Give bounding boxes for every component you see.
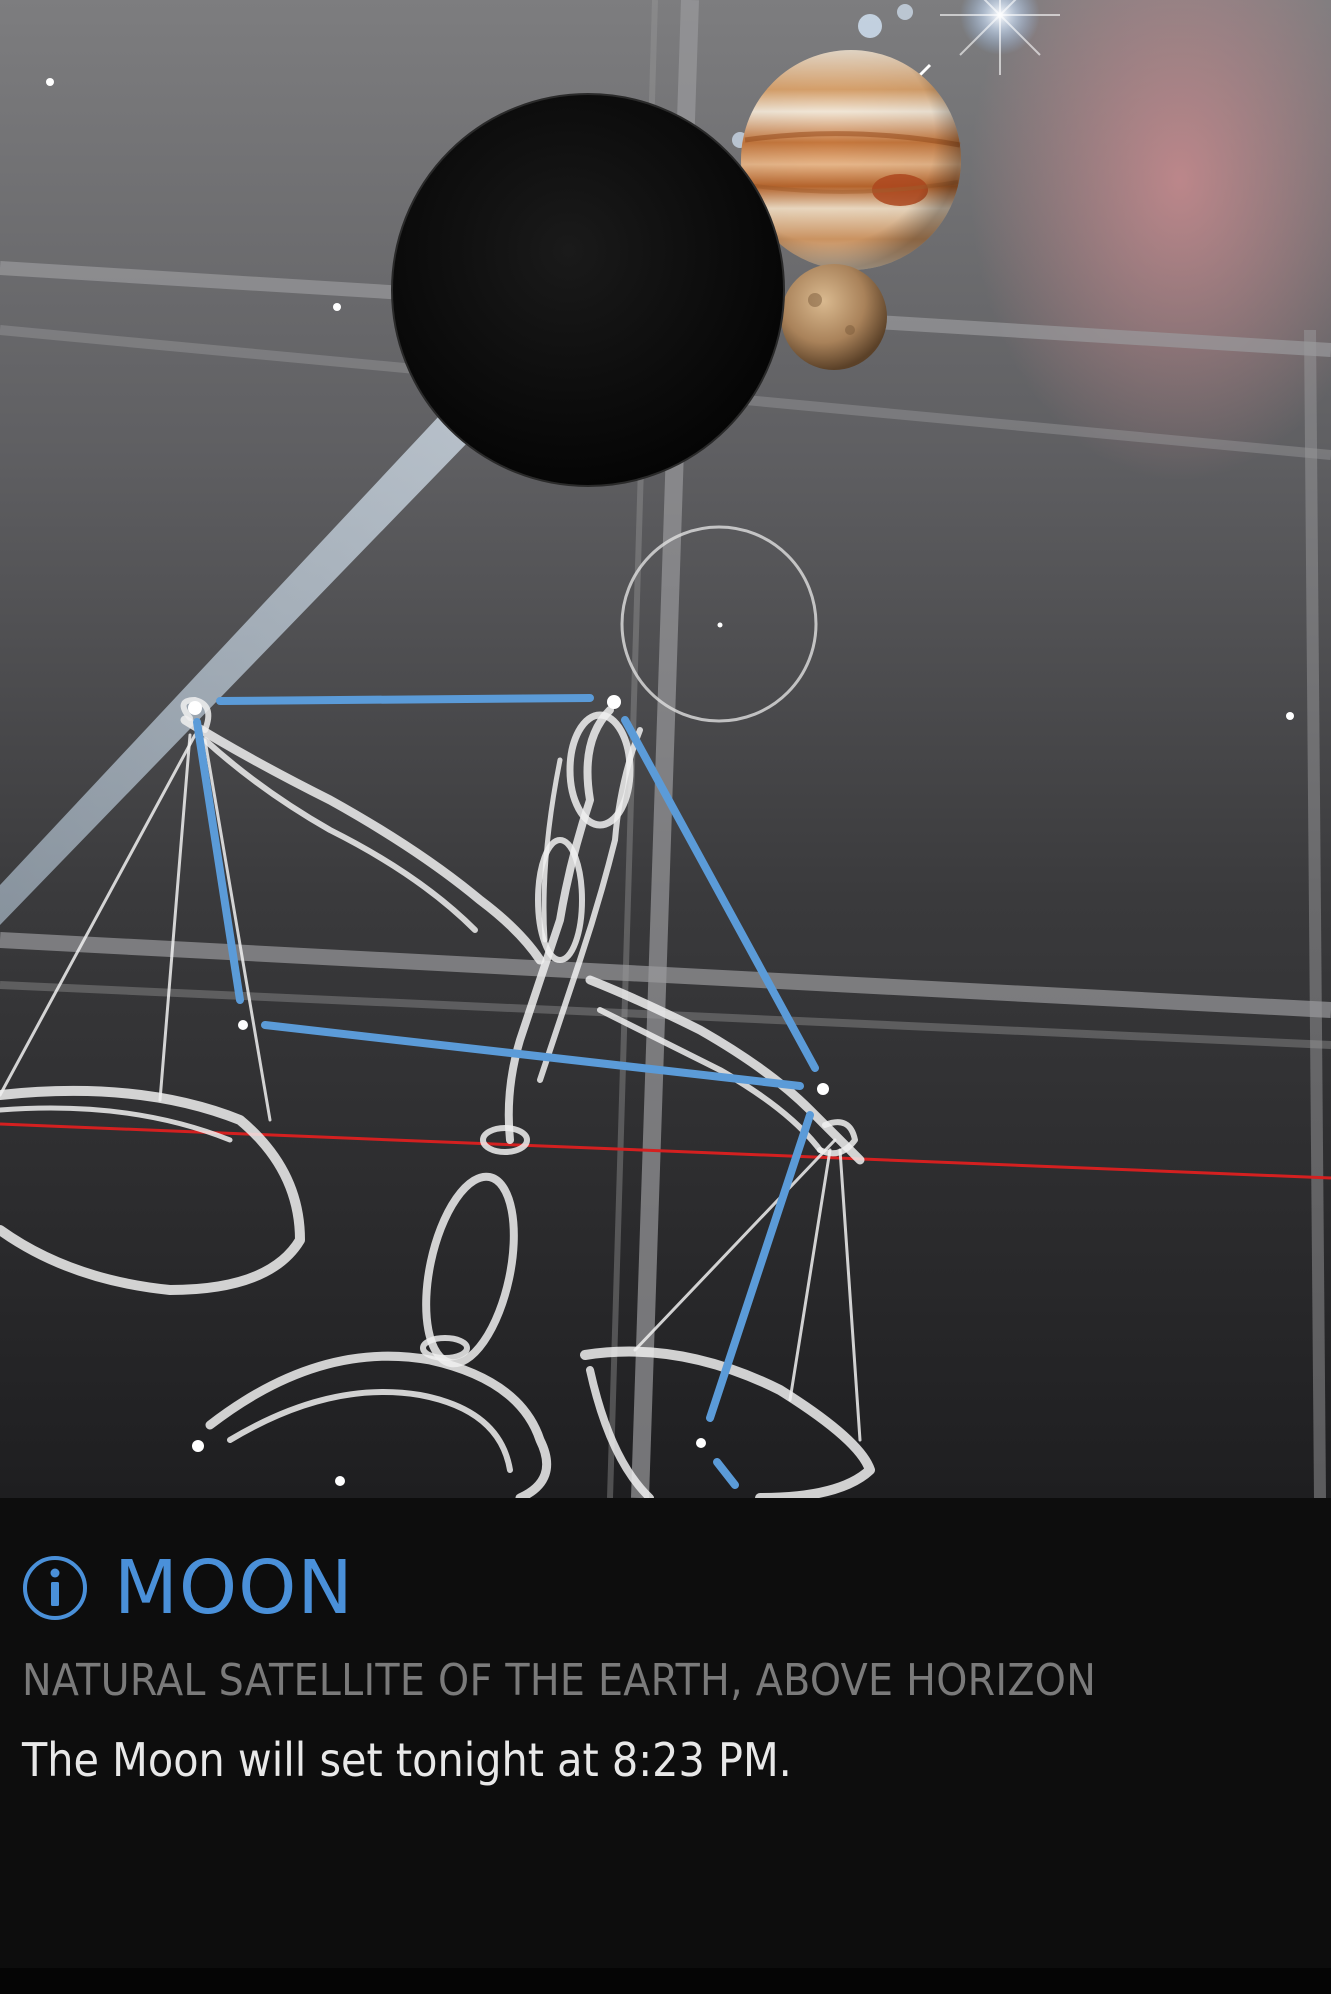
object-title: MOON bbox=[114, 1545, 354, 1631]
star bbox=[1286, 712, 1294, 720]
star-zubeneschamali bbox=[607, 695, 621, 709]
star-zubenelgenubi bbox=[188, 701, 202, 715]
star bbox=[238, 1020, 248, 1030]
star bbox=[192, 1440, 204, 1452]
sky-canvas[interactable] bbox=[0, 0, 1331, 1498]
star bbox=[817, 1083, 829, 1095]
info-circle-icon[interactable] bbox=[22, 1555, 88, 1621]
star bbox=[858, 14, 882, 38]
mercury[interactable] bbox=[781, 264, 887, 370]
star bbox=[335, 1476, 345, 1486]
star bbox=[696, 1438, 706, 1448]
moon[interactable] bbox=[391, 93, 785, 487]
sky-map-screen: MOON NATURAL SATELLITE OF THE EARTH, ABO… bbox=[0, 0, 1331, 1994]
star bbox=[333, 303, 341, 311]
object-subtitle: NATURAL SATELLITE OF THE EARTH, ABOVE HO… bbox=[22, 1655, 1097, 1706]
star bbox=[897, 4, 913, 20]
star bbox=[46, 78, 54, 86]
object-description: The Moon will set tonight at 8:23 PM. bbox=[22, 1733, 792, 1787]
ar-sky-view[interactable] bbox=[0, 0, 1331, 1498]
reticle-center bbox=[717, 622, 723, 628]
object-title-row[interactable]: MOON bbox=[22, 1548, 354, 1628]
bottom-edge bbox=[0, 1968, 1331, 1994]
